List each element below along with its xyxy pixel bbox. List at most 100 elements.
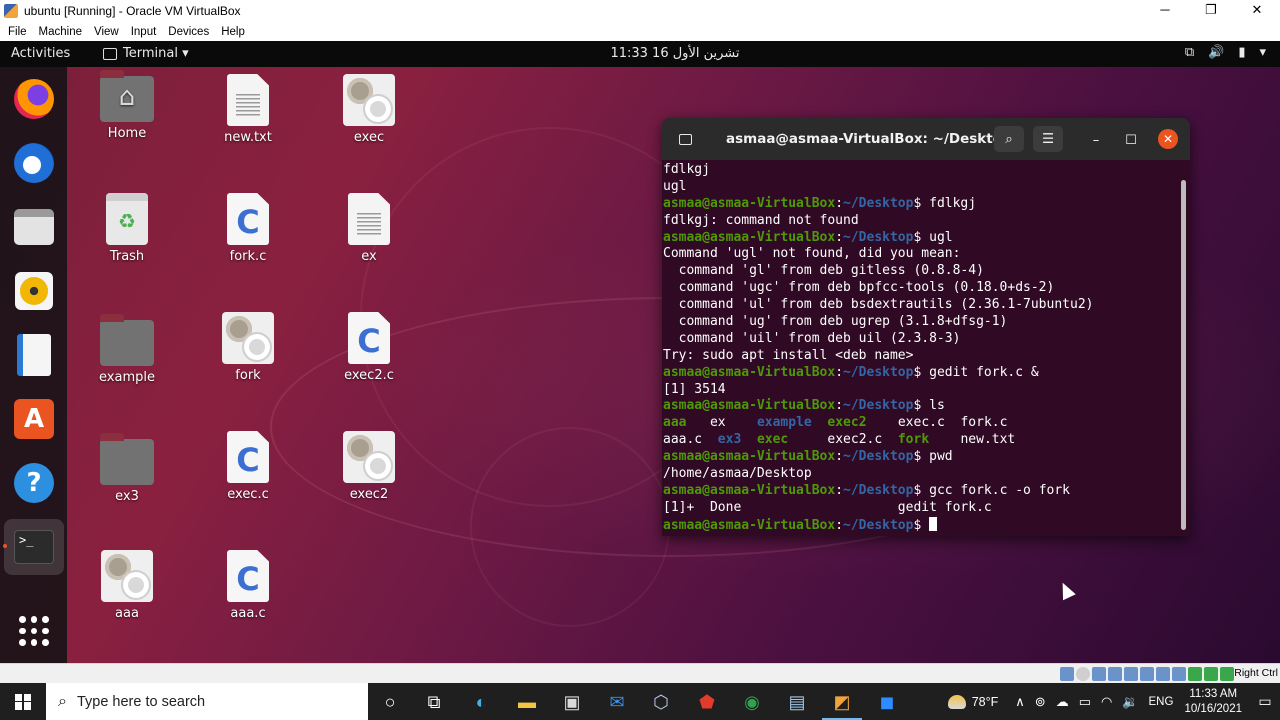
desktop-icon-exec2[interactable]: exec2	[324, 431, 414, 502]
rhythmbox-icon[interactable]	[10, 267, 58, 315]
weather-cloud-sun-icon	[947, 694, 966, 709]
prompt-colon: :	[835, 364, 844, 380]
shared-folders-icon[interactable]	[1140, 667, 1154, 681]
virtualbox-vm-taskbar-icon[interactable]: ◩	[822, 683, 862, 720]
edge-icon[interactable]: ◐	[468, 689, 494, 715]
libreoffice-writer-icon[interactable]	[10, 331, 58, 379]
terminal-header-bar[interactable]: asmaa@asmaa-VirtualBox: ~/Desktop ⌕ ☰ – …	[662, 118, 1190, 160]
close-button[interactable]: ✕	[1234, 0, 1280, 22]
firefox-icon[interactable]	[10, 75, 58, 123]
thunderbird-icon[interactable]	[10, 139, 58, 187]
zoom-icon[interactable]: ◼	[874, 689, 900, 715]
system-tray[interactable]: ⧉ 🔊 ▮ ▾	[1185, 45, 1266, 60]
desktop-icon-example[interactable]: example	[82, 314, 172, 385]
power-menu-icon[interactable]: ▾	[1259, 45, 1266, 60]
new-tab-button[interactable]	[670, 126, 700, 152]
show-hidden-icons-chevron-icon[interactable]: ∧	[1015, 694, 1025, 710]
restore-button[interactable]: ❐	[1188, 0, 1234, 22]
output-text: command 'gl' from deb gitless (0.8.8-4)	[663, 263, 984, 279]
command-text	[921, 518, 929, 533]
hard-disk-icon[interactable]	[1060, 667, 1074, 681]
keyboard-icon[interactable]	[1220, 667, 1234, 681]
desktop-icon-label: aaa.c	[230, 606, 266, 621]
ls-entry: exec	[756, 432, 789, 448]
desktop-icon-exec2-c[interactable]: C exec2.c	[324, 312, 414, 383]
terminal-close-button[interactable]: ✕	[1158, 129, 1178, 149]
desktop-icon-home[interactable]: Home	[82, 70, 172, 141]
microsoft-store-icon[interactable]: ▣	[559, 689, 585, 715]
usb-icon[interactable]	[1124, 667, 1138, 681]
desktop-icon-fork-c[interactable]: C fork.c	[203, 193, 293, 264]
volume-icon[interactable]: 🔊	[1208, 45, 1224, 60]
terminal-line: [1]+ Done gedit fork.c	[663, 500, 1177, 517]
desktop-icon-aaa-c[interactable]: C aaa.c	[203, 550, 293, 621]
terminal-dock-icon[interactable]: >_	[4, 519, 64, 575]
terminal-minimize-button[interactable]: –	[1086, 130, 1106, 150]
display-icon[interactable]	[1156, 667, 1170, 681]
desktop-icon-exec[interactable]: exec	[324, 74, 414, 145]
notepad-icon[interactable]: ▤	[784, 689, 810, 715]
terminal-line: aaa.c ex3 exec exec2.c fork new.txt	[663, 432, 1177, 449]
help-icon[interactable]: ?	[10, 459, 58, 507]
menu-file[interactable]: File	[2, 26, 33, 38]
mail-icon[interactable]: ✉	[604, 689, 630, 715]
terminal-maximize-button[interactable]: ☐	[1121, 130, 1141, 150]
menu-view[interactable]: View	[88, 26, 125, 38]
desktop-icon-aaa[interactable]: aaa	[82, 550, 172, 621]
ls-spacing	[945, 415, 961, 430]
desktop-icon-exec-c[interactable]: C exec.c	[203, 431, 293, 502]
desktop-icon-ex3[interactable]: ex3	[82, 433, 172, 504]
desktop-icon-trash[interactable]: ♻ Trash	[82, 193, 172, 264]
network-icon[interactable]: ⧉	[1185, 45, 1194, 60]
audio-icon[interactable]	[1092, 667, 1106, 681]
volume-icon[interactable]: 🔉	[1122, 694, 1138, 710]
taskbar-clock[interactable]: 11:33 AM 10/16/2021	[1184, 687, 1242, 717]
virtualbox-taskbar-icon[interactable]: ⬡	[648, 689, 674, 715]
search-placeholder: Type here to search	[76, 693, 206, 710]
desktop-icon-label: fork.c	[229, 249, 267, 264]
cortana-icon[interactable]: ○	[377, 689, 403, 715]
ubuntu-software-icon[interactable]: A	[10, 395, 58, 443]
search-button[interactable]: ⌕	[994, 126, 1024, 152]
show-applications-icon[interactable]	[10, 607, 58, 655]
weather-widget[interactable]: 78°F	[947, 694, 998, 709]
recording-icon[interactable]	[1172, 667, 1186, 681]
menu-machine[interactable]: Machine	[33, 26, 88, 38]
terminal-window[interactable]: asmaa@asmaa-VirtualBox: ~/Desktop ⌕ ☰ – …	[662, 118, 1190, 536]
acrobat-icon[interactable]: ⬟	[694, 689, 720, 715]
start-button[interactable]	[0, 683, 46, 720]
optical-drive-icon[interactable]	[1076, 667, 1090, 681]
mouse-integration-icon[interactable]	[1204, 667, 1218, 681]
chrome-icon[interactable]: ◉	[739, 689, 765, 715]
c-source-file-icon: C	[227, 193, 269, 245]
notification-center-icon[interactable]: ▭	[1250, 683, 1280, 720]
task-view-icon[interactable]: ⧉	[421, 689, 447, 715]
desktop-icon-ex[interactable]: ex	[324, 193, 414, 264]
files-icon[interactable]	[10, 203, 58, 251]
desktop-icon-new-txt[interactable]: new.txt	[203, 74, 293, 145]
terminal-line: command 'uil' from deb uil (2.3.8-3)	[663, 331, 1177, 348]
input-language[interactable]: ENG	[1149, 696, 1174, 708]
minimize-button[interactable]: ─	[1142, 0, 1188, 22]
terminal-output[interactable]: fdlkgj ugl asmaa@asmaa-VirtualBox:~/Deskto…	[663, 162, 1177, 534]
ls-entry: exec.c	[897, 415, 945, 431]
desktop-icon-label: exec2.c	[344, 368, 394, 383]
hamburger-menu-button[interactable]: ☰	[1033, 126, 1063, 152]
taskbar-search-box[interactable]: ⌕ Type here to search	[46, 683, 368, 720]
network-adapter-icon[interactable]	[1108, 667, 1122, 681]
file-explorer-icon[interactable]: ▬	[514, 689, 540, 715]
executable-gear-icon	[343, 74, 395, 126]
terminal-scrollbar[interactable]	[1181, 180, 1186, 530]
meet-now-icon[interactable]: ⊚	[1035, 694, 1046, 710]
command-text: fdlkgj	[921, 195, 977, 211]
desktop-icon-fork[interactable]: fork	[203, 312, 293, 383]
menu-devices[interactable]: Devices	[162, 26, 215, 38]
battery-icon[interactable]: ▮	[1238, 45, 1245, 60]
clock[interactable]: 11:33 16 تشرين الأول	[0, 46, 1280, 61]
wifi-icon[interactable]: ◠	[1101, 694, 1112, 710]
menu-help[interactable]: Help	[215, 26, 251, 38]
battery-icon[interactable]: ▭	[1079, 694, 1091, 710]
menu-input[interactable]: Input	[125, 26, 163, 38]
onedrive-cloud-icon[interactable]: ☁	[1056, 694, 1069, 710]
cpu-icon[interactable]	[1188, 667, 1202, 681]
